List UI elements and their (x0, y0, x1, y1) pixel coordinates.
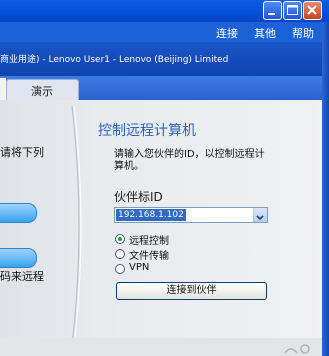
title-bar (0, 0, 329, 22)
description-line-2: 算机。 (114, 161, 144, 172)
radio-file-transfer[interactable]: 文件传输 (115, 248, 235, 262)
menu-help[interactable]: 帮助 (292, 25, 314, 41)
radio-file-transfer-label: 文件传输 (129, 251, 169, 262)
teamviewer-window: 连接 其他 帮助 商业用途) - Lenovo User1 - Lenovo (… (0, 0, 329, 356)
menu-connect[interactable]: 连接 (216, 25, 238, 41)
connection-status-icon (284, 348, 298, 354)
radio-vpn-label: VPN (129, 262, 150, 273)
menu-other[interactable]: 其他 (254, 25, 276, 41)
close-icon (307, 5, 317, 15)
radio-vpn[interactable]: VPN (115, 262, 235, 275)
your-password-field (0, 248, 37, 268)
tab-presentation-label: 演示 (31, 85, 53, 98)
maximize-button[interactable] (283, 1, 302, 20)
partner-id-value: 192.168.1.102 (116, 209, 186, 221)
menu-bar: 连接 其他 帮助 (0, 22, 329, 42)
maximize-icon (287, 5, 298, 15)
partner-id-label: 伙伴标ID (114, 190, 163, 204)
left-panel-text-1: 请将下列 (0, 146, 44, 159)
minimize-button[interactable] (263, 1, 282, 20)
panel-divider (71, 106, 82, 346)
partner-id-input[interactable]: 192.168.1.102 (114, 207, 268, 223)
tab-presentation[interactable]: 演示 (6, 79, 79, 100)
license-band: 商业用途) - Lenovo User1 - Lenovo (Beijing) … (0, 42, 329, 76)
connect-to-partner-button[interactable]: 连接到伙伴 (116, 282, 267, 300)
main-content: 请将下列 码来远程 控制远程计算机 请输入您伙伴的ID，以控制远程计 算机。 伙… (0, 100, 329, 356)
radio-file-transfer-dot[interactable] (115, 249, 125, 259)
radio-remote-control-label: 远程控制 (129, 236, 169, 247)
radio-remote-control-dot[interactable] (115, 234, 125, 244)
minimize-icon (268, 13, 275, 15)
left-panel-text-2: 码来远程 (0, 270, 44, 283)
close-button[interactable] (303, 1, 322, 20)
tab-strip: 演示 (0, 76, 329, 101)
control-remote-heading: 控制远程计算机 (98, 123, 196, 139)
radio-vpn-dot[interactable] (115, 264, 125, 274)
window-right-border (322, 22, 329, 356)
partner-id-dropdown-button[interactable] (253, 208, 267, 222)
radio-remote-control[interactable]: 远程控制 (115, 233, 235, 247)
status-bar (0, 338, 329, 356)
license-text: 商业用途) - Lenovo User1 - Lenovo (Beijing) … (0, 55, 229, 65)
your-id-field (0, 203, 37, 223)
resize-grip-icon[interactable] (300, 344, 310, 354)
chevron-down-icon (256, 215, 264, 221)
